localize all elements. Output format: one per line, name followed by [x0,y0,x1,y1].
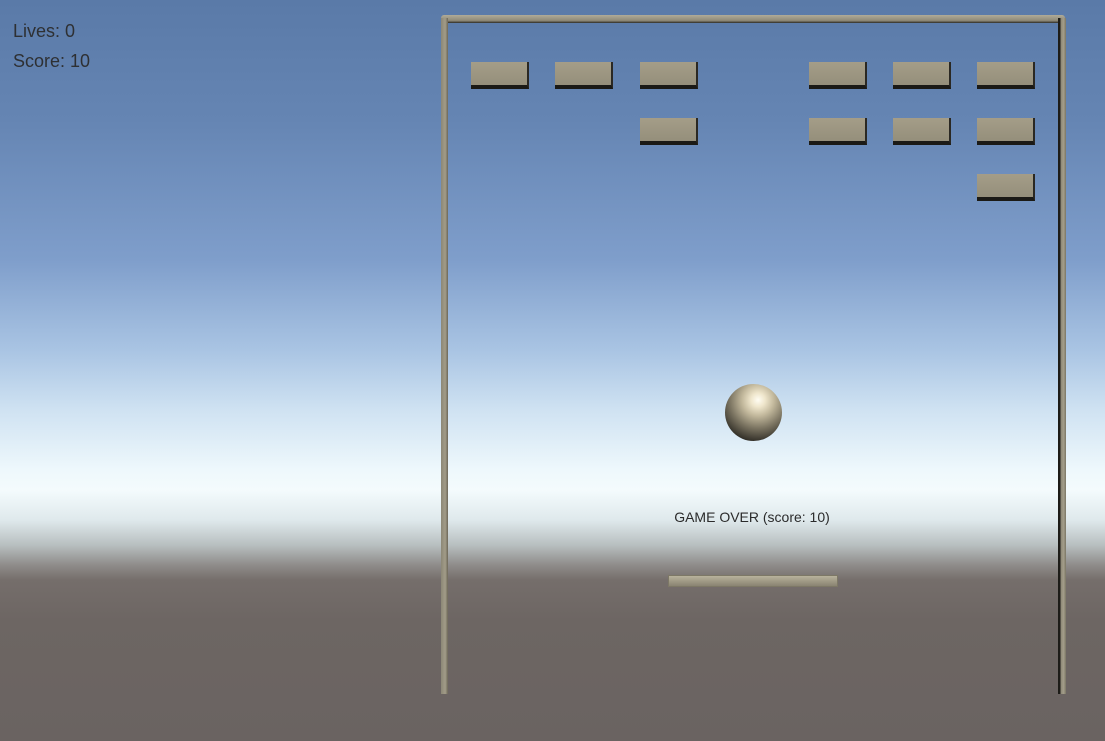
wall-right [1058,18,1066,694]
ball [725,384,782,441]
brick [555,62,613,89]
score-counter: Score: 10 [13,51,91,71]
brick [809,62,867,89]
brick [471,62,529,89]
wall-left [441,18,448,694]
brick [977,62,1035,89]
brick [893,62,951,89]
brick [893,118,951,145]
lives-counter: Lives: 0 [13,21,76,41]
game-over-message: GAME OVER (score: 10) [674,509,830,525]
paddle[interactable] [668,575,838,587]
brick [640,118,698,145]
brick [977,118,1035,145]
game-scene: Lives: 0 Score: 10 GAME OVER (score: 10) [0,0,1105,741]
brick [809,118,867,145]
brick [640,62,698,89]
wall-top [441,15,1065,23]
brick [977,174,1035,201]
